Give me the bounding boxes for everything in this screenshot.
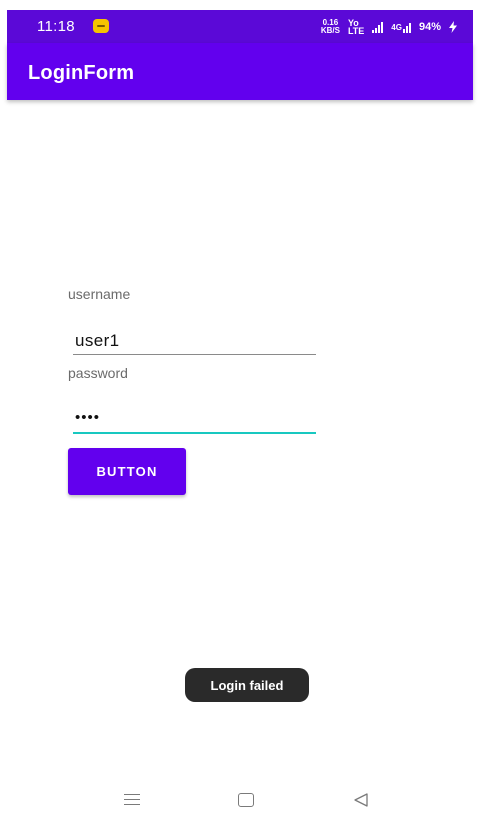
password-value: ••••: [75, 409, 101, 426]
navigation-bar: [0, 780, 480, 820]
volte-bottom: LTE: [347, 26, 365, 36]
login-button[interactable]: BUTTON: [68, 448, 186, 495]
phone-screen: 11:18 0.16 KB/S Yo LTE 4G 94% LoginForm …: [0, 0, 480, 825]
app-title: LoginForm: [28, 62, 135, 84]
username-value: user1: [75, 331, 120, 350]
status-indicators: 0.16 KB/S Yo LTE 4G 94%: [321, 19, 457, 36]
status-bar: 11:18 0.16 KB/S Yo LTE 4G 94%: [7, 10, 473, 43]
charging-icon: [449, 21, 457, 33]
signal-strength-icon: [372, 21, 384, 33]
password-label: password: [68, 365, 128, 381]
home-icon[interactable]: [238, 793, 254, 807]
status-time: 11:18: [37, 18, 75, 35]
app-bar: LoginForm: [7, 43, 473, 100]
volte-indicator: Yo LTE: [347, 19, 365, 36]
username-field[interactable]: user1: [73, 328, 316, 355]
notification-icon: [93, 19, 109, 33]
password-field[interactable]: ••••: [73, 406, 316, 434]
network-speed-unit: KB/S: [320, 26, 340, 35]
battery-level: 94%: [418, 21, 441, 33]
back-icon[interactable]: [353, 792, 369, 808]
signal-strength-4g-icon: [402, 22, 411, 33]
toast-text: Login failed: [210, 677, 284, 693]
network-speed: 0.16 KB/S: [321, 19, 340, 35]
username-label: username: [68, 286, 131, 302]
network-4g-indicator: 4G: [391, 22, 411, 33]
toast-message: Login failed: [185, 668, 309, 702]
network-4g-label: 4G: [391, 22, 402, 32]
recent-apps-icon[interactable]: [124, 794, 140, 805]
